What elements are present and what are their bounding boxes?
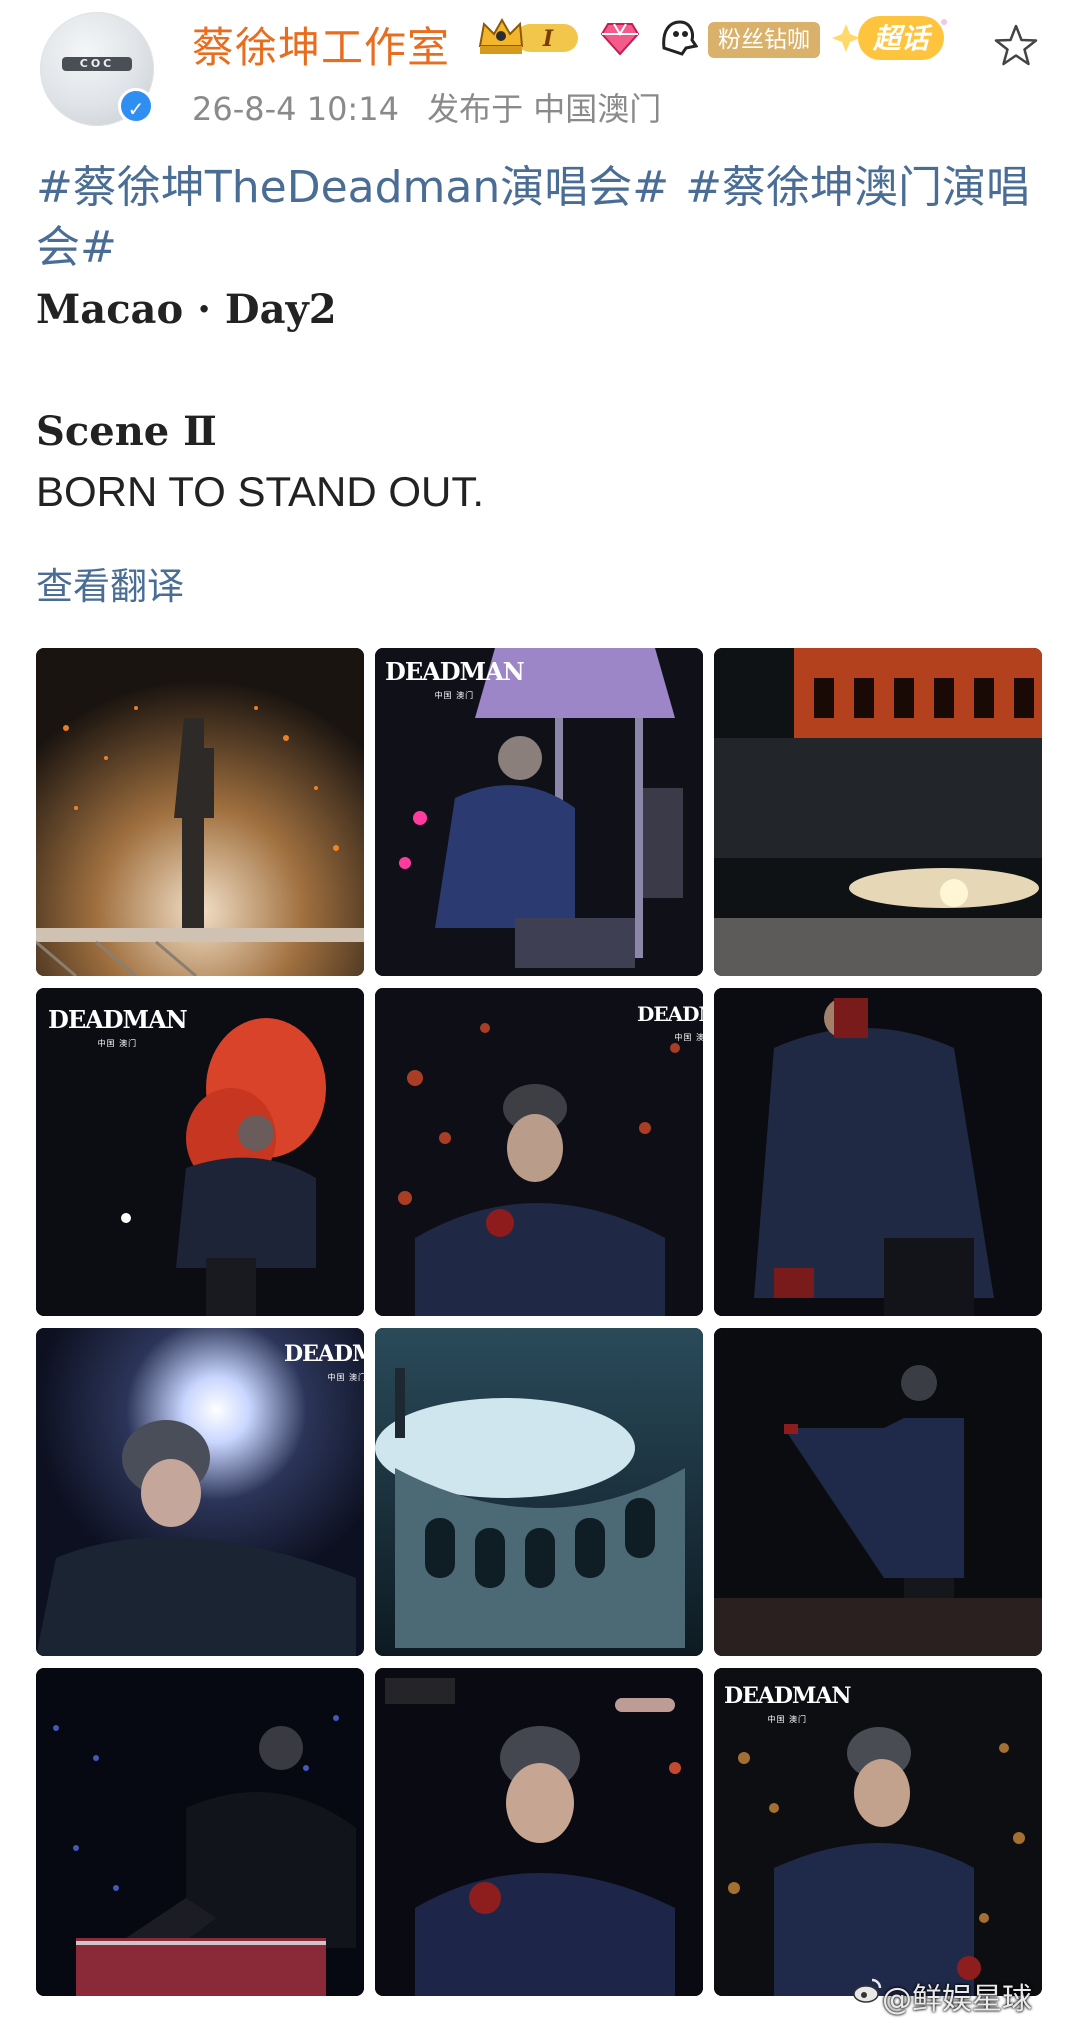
avatar-logo: COC <box>62 57 132 71</box>
photo-4[interactable]: DEADMAN 中国 澳门 <box>36 988 364 1316</box>
star-icon[interactable] <box>992 22 1040 70</box>
vip-crown-icon[interactable]: I <box>476 16 588 60</box>
vip-level: I <box>542 26 554 52</box>
author-name[interactable]: 蔡徐坤工作室 <box>192 14 450 75</box>
post-location: 发布于 中国澳门 <box>427 90 662 128</box>
photo-7[interactable]: DEADMAN中国 澳门 <box>36 1328 364 1656</box>
diamond-icon <box>600 23 640 56</box>
post-timestamp: 26-8-4 10:14 <box>192 90 399 128</box>
post-meta: 26-8-4 10:14 发布于 中国澳门 <box>192 84 679 130</box>
deadman-logo: DEADMAN中国 澳门 <box>284 1342 364 1390</box>
verified-icon: ✓ <box>118 88 154 124</box>
photo-1[interactable] <box>36 648 364 976</box>
hashtag-link[interactable]: #蔡徐坤TheDeadman演唱会# <box>36 162 669 213</box>
post-text-line: Scene Ⅱ <box>36 408 217 455</box>
photo-11[interactable] <box>375 1668 703 1996</box>
photo-9[interactable] <box>714 1328 1042 1656</box>
photo-grid: DEADMAN 中国 澳门 DEADMAN 中国 澳门 DEAD 中国 澳 DE… <box>36 648 1042 1996</box>
weibo-icon <box>853 1978 882 2003</box>
hashtag-line: #蔡徐坤TheDeadman演唱会# #蔡徐坤澳门演唱会# <box>36 158 1046 278</box>
deadman-logo: DEADMAN中国 澳门 <box>48 1008 188 1056</box>
super-topic-badge[interactable]: 超话 <box>832 6 952 66</box>
photo-12[interactable]: DEADMAN 中国 澳门 <box>714 1668 1042 1996</box>
deadman-subtitle: 中国 澳门 <box>97 1039 138 1048</box>
deadman-logo: DEADMAN中国 澳门 <box>724 1684 852 1732</box>
deadman-subtitle: 中国 澳门 <box>767 1715 808 1724</box>
deadman-logo: DEADMAN中国 澳门 <box>385 660 525 708</box>
deadman-subtitle: 中国 澳门 <box>674 1033 703 1042</box>
fan-badge[interactable]: 粉丝钻咖 <box>708 22 820 58</box>
super-topic-label: 超话 <box>872 22 933 55</box>
photo-2[interactable]: DEADMAN 中国 澳门 <box>375 648 703 976</box>
photo-10[interactable] <box>36 1668 364 1996</box>
ghost-icon <box>662 20 698 56</box>
translate-link[interactable]: 查看翻译 <box>36 556 184 610</box>
photo-3[interactable] <box>714 648 1042 976</box>
post-text-line: Macao · Day2 <box>36 286 337 333</box>
deadman-subtitle: 中国 澳门 <box>434 691 475 700</box>
photo-5[interactable]: DEADMAN中国 澳门 <box>375 988 703 1316</box>
deadman-logo: DEADMAN中国 澳门 <box>637 1002 703 1050</box>
post-text-line: BORN TO STAND OUT. <box>36 468 485 515</box>
photo-6[interactable] <box>714 988 1042 1316</box>
watermark: @鲜娱星球 <box>882 1982 1032 2017</box>
photo-8[interactable] <box>375 1328 703 1656</box>
deadman-subtitle: 中国 澳门 <box>327 1373 364 1382</box>
